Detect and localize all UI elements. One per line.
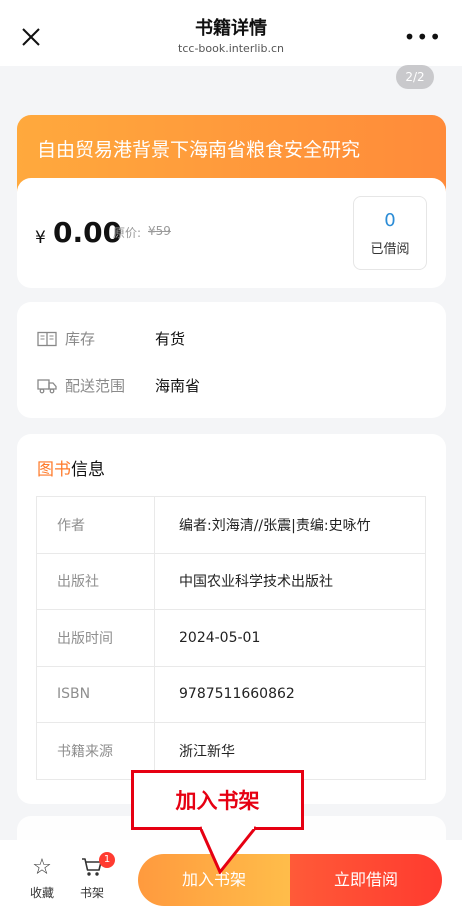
original-price: ¥59 <box>148 224 171 238</box>
bookshelf-button[interactable]: 1 书架 <box>76 852 115 901</box>
stock-card: 库存 有货 配送范围 海南省 <box>17 302 446 418</box>
info-key: 作者 <box>36 496 155 554</box>
delivery-row: 配送范围 海南省 <box>37 375 200 396</box>
top-bar: 书籍详情 tcc-book.interlib.cn ••• <box>0 0 462 66</box>
table-row: 出版时间 2024-05-01 <box>36 609 426 667</box>
price-value: 0.00 <box>53 216 123 249</box>
currency-symbol: ¥ <box>35 228 46 248</box>
delivery-label: 配送范围 <box>65 377 126 395</box>
book-info-table: 作者 编者:刘海清//张震|责编:史咏竹 出版社 中国农业科学技术出版社 出版时… <box>36 496 426 780</box>
info-value: 中国农业科学技术出版社 <box>154 552 426 610</box>
favorite-button[interactable]: ☆ 收藏 <box>26 856 58 901</box>
borrow-now-button[interactable]: 立即借阅 <box>290 854 442 906</box>
shelf-label: 书架 <box>79 886 104 900</box>
info-key: ISBN <box>36 665 155 723</box>
callout-text: 加入书架 <box>175 789 260 813</box>
price-card: ¥ 0.00 原价: ¥59 0 已借阅 <box>17 178 446 288</box>
borrowed-count-box: 0 已借阅 <box>353 196 427 270</box>
page-indicator: 2/2 <box>396 65 434 89</box>
callout-box: 加入书架 <box>131 770 304 830</box>
page-domain: tcc-book.interlib.cn <box>178 42 284 55</box>
book-info-card: 图书信息 作者 编者:刘海清//张震|责编:史咏竹 出版社 中国农业科学技术出版… <box>17 434 446 804</box>
info-value: 2024-05-01 <box>154 609 426 667</box>
heading-accent: 图书 <box>37 460 71 480</box>
borrowed-label: 已借阅 <box>370 242 410 257</box>
callout-arrow-icon <box>200 826 258 874</box>
heading-rest: 信息 <box>71 460 105 480</box>
delivery-value: 海南省 <box>155 377 201 395</box>
table-row: 出版社 中国农业科学技术出版社 <box>36 552 426 610</box>
book-info-heading: 图书信息 <box>37 455 105 480</box>
table-row: 作者 编者:刘海清//张震|责编:史咏竹 <box>36 496 426 554</box>
page-title: 书籍详情 <box>195 18 267 39</box>
info-value: 9787511660862 <box>154 665 426 723</box>
original-price-label: 原价: <box>113 226 142 240</box>
book-icon <box>37 331 57 346</box>
stock-label: 库存 <box>65 330 96 348</box>
info-value: 编者:刘海清//张震|责编:史咏竹 <box>154 496 426 554</box>
info-key: 出版社 <box>36 552 155 610</box>
star-icon: ☆ <box>32 855 52 880</box>
stock-value: 有货 <box>155 330 186 348</box>
info-key: 出版时间 <box>36 609 155 667</box>
title-area: 书籍详情 tcc-book.interlib.cn <box>0 18 462 56</box>
borrowed-count: 0 <box>384 210 396 231</box>
more-icon[interactable]: ••• <box>404 27 442 47</box>
stock-row: 库存 有货 <box>37 328 185 349</box>
favorite-label: 收藏 <box>29 886 54 900</box>
table-row: ISBN 9787511660862 <box>36 665 426 723</box>
shelf-count-badge: 1 <box>99 852 115 868</box>
truck-icon <box>37 378 57 393</box>
book-title: 自由贸易港背景下海南省粮食安全研究 <box>37 139 361 161</box>
